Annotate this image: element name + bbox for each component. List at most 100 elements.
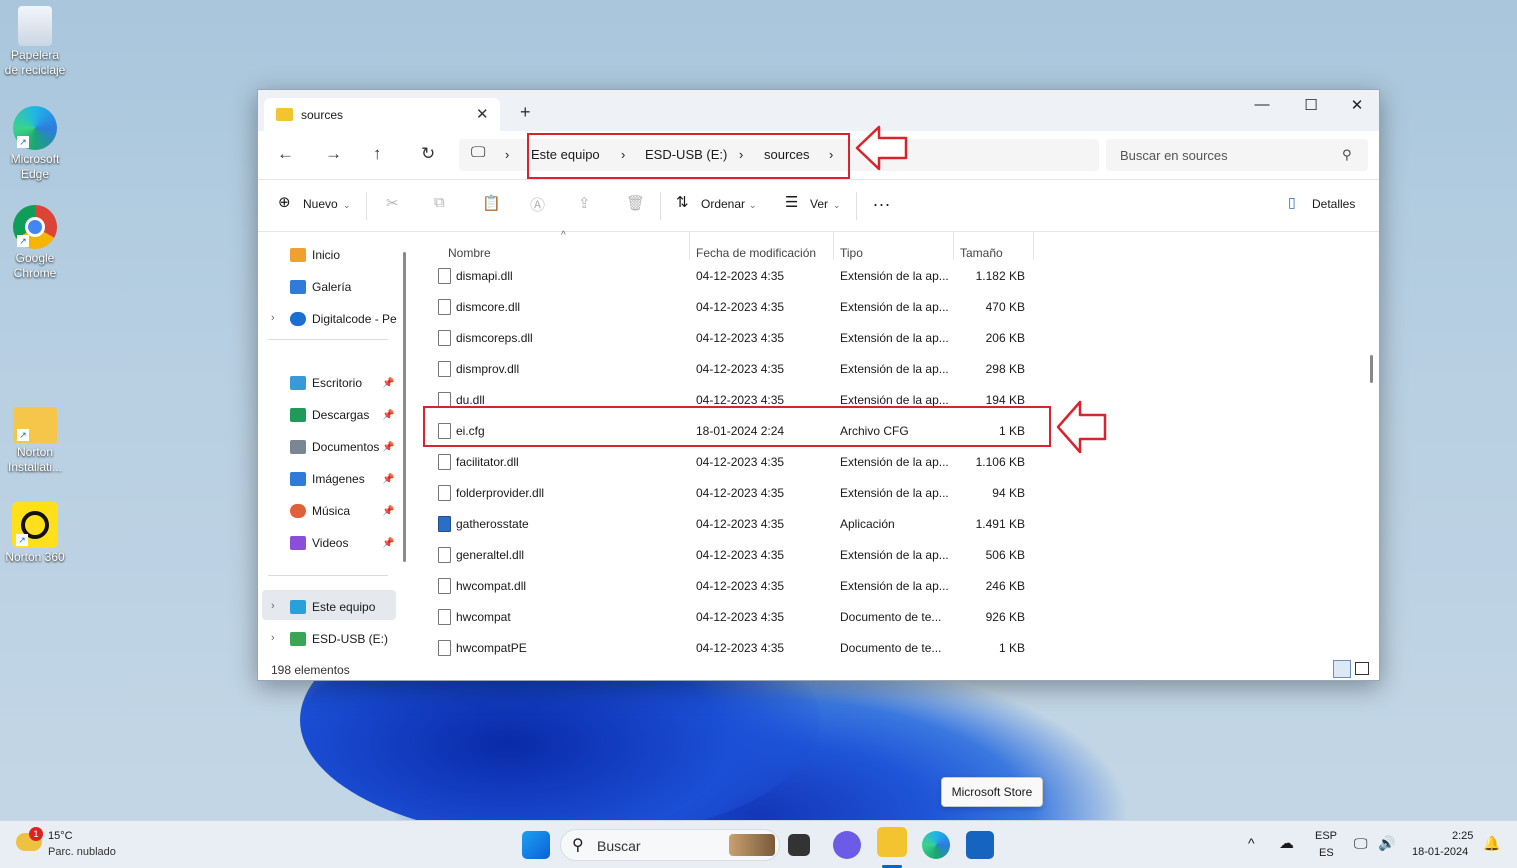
weather-desc[interactable]: Parc. nublado bbox=[48, 846, 116, 858]
chevron-down-icon[interactable]: ⌄ bbox=[833, 200, 841, 211]
file-name: hwcompat bbox=[456, 610, 511, 624]
table-row[interactable]: facilitator.dll 04-12-2023 4:35 Extensión … bbox=[413, 446, 1033, 477]
back-icon[interactable]: ← bbox=[277, 144, 294, 164]
column-divider[interactable] bbox=[953, 232, 954, 260]
chrome-center bbox=[25, 217, 45, 237]
large-icons-view-button[interactable] bbox=[1355, 662, 1369, 675]
tooltip: Microsoft Store bbox=[941, 777, 1043, 807]
minimize-button[interactable]: — bbox=[1239, 96, 1285, 113]
computer-icon[interactable]: 🖵 bbox=[471, 144, 485, 161]
file-size: 1.106 KB bbox=[975, 455, 1025, 469]
volume-icon[interactable]: 🔊 bbox=[1378, 835, 1395, 852]
edge-icon[interactable] bbox=[922, 831, 950, 859]
file-date: 04-12-2023 4:35 bbox=[696, 548, 785, 562]
network-icon[interactable]: 🖵 bbox=[1354, 835, 1368, 852]
paste-icon[interactable]: 📋 bbox=[482, 194, 501, 212]
table-row[interactable]: hwcompatPE 04-12-2023 4:35 Documento de te… bbox=[413, 632, 1033, 663]
search-input[interactable]: Buscar en sources bbox=[1120, 148, 1228, 163]
show-hidden-icons-icon[interactable]: ^ bbox=[1248, 835, 1255, 851]
pin-icon: 📌 bbox=[382, 506, 395, 517]
file-type: Documento de te... bbox=[840, 641, 942, 655]
expand-chevron-icon[interactable]: › bbox=[271, 632, 275, 644]
onedrive-icon[interactable]: ☁ bbox=[1279, 834, 1294, 852]
copy-icon[interactable]: ⧉ bbox=[434, 194, 445, 211]
pin-icon: 📌 bbox=[382, 442, 395, 453]
file-list-scrollbar[interactable] bbox=[1370, 355, 1373, 383]
desktop-icon-recycle-bin[interactable]: Papelera de reciclaje bbox=[3, 6, 67, 78]
sort-icon[interactable]: ⇅ bbox=[676, 193, 689, 211]
cut-icon[interactable]: ✂ bbox=[386, 194, 399, 212]
chrome-icon: ↗ bbox=[13, 205, 57, 249]
sort-button[interactable]: Ordenar bbox=[701, 197, 745, 211]
notification-bell-icon[interactable]: 🔔 bbox=[1483, 835, 1500, 852]
breadcrumb-chevron-icon[interactable]: › bbox=[505, 147, 509, 162]
more-options-button[interactable]: ... bbox=[873, 190, 891, 211]
up-icon[interactable]: ↑ bbox=[373, 144, 382, 164]
table-row[interactable]: dismcore.dll 04-12-2023 4:35 Extensión de … bbox=[413, 291, 1033, 322]
column-divider[interactable] bbox=[833, 232, 834, 260]
home-icon bbox=[290, 248, 306, 262]
rename-icon[interactable]: Ⓐ bbox=[530, 194, 545, 215]
cloud-icon bbox=[290, 312, 306, 326]
chevron-down-icon[interactable]: ⌄ bbox=[749, 200, 757, 211]
details-pane-icon[interactable]: ▯ bbox=[1288, 194, 1296, 211]
close-window-button[interactable]: ✕ bbox=[1334, 96, 1380, 114]
table-row[interactable]: hwcompat.dll 04-12-2023 4:35 Extensión de … bbox=[413, 570, 1033, 601]
view-icon[interactable]: ☰ bbox=[785, 193, 798, 211]
table-row[interactable]: gatherosstate 04-12-2023 4:35 Aplicación 1.… bbox=[413, 508, 1033, 539]
desktop-icon-edge[interactable]: ↗ Microsoft Edge bbox=[3, 106, 67, 182]
new-button[interactable]: Nuevo bbox=[303, 197, 338, 211]
maximize-button[interactable]: ☐ bbox=[1288, 96, 1334, 114]
table-row[interactable]: dismapi.dll 04-12-2023 4:35 Extensión de l… bbox=[413, 260, 1033, 291]
chat-icon[interactable] bbox=[833, 831, 861, 859]
tab-sources[interactable]: sources ✕ bbox=[264, 98, 500, 131]
new-tab-button[interactable]: + bbox=[520, 102, 531, 123]
column-divider[interactable] bbox=[1033, 232, 1034, 260]
expand-chevron-icon[interactable]: › bbox=[271, 600, 275, 612]
refresh-icon[interactable]: ↻ bbox=[421, 144, 435, 164]
column-header-type[interactable]: Tipo bbox=[840, 246, 863, 260]
file-date: 04-12-2023 4:35 bbox=[696, 455, 785, 469]
toolbar-divider bbox=[366, 192, 367, 220]
expand-chevron-icon[interactable]: › bbox=[271, 312, 275, 324]
clock-date[interactable]: 18-01-2024 bbox=[1412, 846, 1468, 858]
delete-icon[interactable]: 🗑 bbox=[626, 194, 645, 212]
column-divider[interactable] bbox=[689, 232, 690, 260]
close-tab-icon[interactable]: ✕ bbox=[476, 105, 489, 123]
task-view-icon[interactable] bbox=[788, 834, 810, 856]
forward-icon[interactable]: → bbox=[325, 144, 342, 164]
view-button[interactable]: Ver bbox=[810, 197, 828, 211]
folder-icon bbox=[276, 108, 293, 121]
table-row[interactable]: hwcompat 04-12-2023 4:35 Documento de te..… bbox=[413, 601, 1033, 632]
details-button[interactable]: Detalles bbox=[1312, 197, 1355, 211]
table-row[interactable]: folderprovider.dll 04-12-2023 4:35 Extensi… bbox=[413, 477, 1033, 508]
clock-time[interactable]: 2:25 bbox=[1452, 830, 1473, 842]
column-header-date[interactable]: Fecha de modificación bbox=[696, 246, 816, 260]
file-size: 1 KB bbox=[998, 641, 1025, 655]
chevron-down-icon[interactable]: ⌄ bbox=[343, 200, 351, 211]
input-layout[interactable]: ES bbox=[1319, 847, 1334, 859]
file-explorer-icon[interactable] bbox=[877, 827, 907, 857]
sidebar-scrollbar[interactable] bbox=[403, 252, 406, 562]
search-box[interactable]: Buscar en sources ⚲ bbox=[1106, 139, 1368, 171]
pictures-icon bbox=[290, 472, 306, 486]
weather-temp[interactable]: 15°C bbox=[48, 830, 73, 842]
column-header-name[interactable]: Nombre bbox=[448, 246, 491, 260]
taskbar-search[interactable]: ⚲ Buscar bbox=[560, 829, 780, 861]
desktop-icon-norton360[interactable]: ↗ Norton 360 bbox=[3, 502, 67, 565]
input-language[interactable]: ESP bbox=[1315, 830, 1337, 842]
table-row[interactable]: dismcoreps.dll 04-12-2023 4:35 Extensión d… bbox=[413, 322, 1033, 353]
details-view-button[interactable] bbox=[1333, 660, 1351, 678]
new-icon[interactable]: ⊕ bbox=[278, 193, 291, 211]
desktop-icon-chrome[interactable]: ↗ Google Chrome bbox=[3, 205, 67, 281]
table-row[interactable]: generaltel.dll 04-12-2023 4:35 Extensión d… bbox=[413, 539, 1033, 570]
breadcrumb-highlight-box bbox=[527, 133, 850, 179]
desktop-icon-label: Microsoft Edge bbox=[10, 152, 60, 181]
table-row[interactable]: dismprov.dll 04-12-2023 4:35 Extensión de … bbox=[413, 353, 1033, 384]
desktop-icon-label: Google Chrome bbox=[13, 251, 57, 280]
start-button-icon[interactable] bbox=[522, 831, 550, 859]
share-icon[interactable]: ⇪ bbox=[578, 194, 591, 212]
column-header-size[interactable]: Tamaño bbox=[960, 246, 1003, 260]
desktop-icon-norton-installer[interactable]: ↗ Norton Installati... bbox=[3, 407, 67, 475]
store-icon[interactable] bbox=[966, 831, 994, 859]
